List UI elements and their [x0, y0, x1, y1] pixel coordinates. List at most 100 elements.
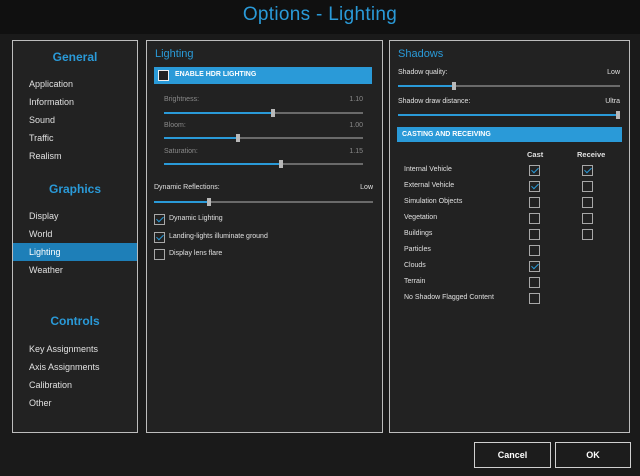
bloom-value: 1.00 [349, 122, 363, 129]
shadow-row-label: No Shadow Flagged Content [404, 294, 494, 301]
nav-item-application[interactable]: Application [13, 75, 137, 93]
saturation-value: 1.15 [349, 148, 363, 155]
dynamic-reflections-slider[interactable] [154, 198, 373, 206]
shadow-row-label: Clouds [404, 262, 426, 269]
shadow-draw-distance-fill [398, 114, 620, 116]
shadow-quality-value: Low [607, 69, 620, 76]
shadow-row-terrain: Terrain [404, 277, 614, 289]
nav-item-realism[interactable]: Realism [13, 147, 137, 165]
bloom-slider[interactable] [164, 134, 363, 142]
shadow-row-label: Vegetation [404, 214, 438, 221]
shadow-row-buildings: Buildings [404, 229, 614, 241]
shadow-row-external-vehicle: External Vehicle [404, 181, 614, 193]
hdr-checkbox[interactable] [158, 70, 169, 81]
shadow-row-label: Buildings [404, 230, 433, 237]
receive-column-header: Receive [577, 150, 606, 159]
cancel-button[interactable]: Cancel [474, 442, 551, 468]
receive-checkbox-buildings[interactable] [582, 229, 593, 240]
shadow-quality-thumb[interactable] [451, 82, 456, 90]
brightness-label: Brightness: [164, 96, 200, 103]
nav-heading-controls: Controls [50, 314, 100, 328]
landing-lights-label: Landing-lights illuminate ground [169, 233, 268, 240]
cast-checkbox-buildings[interactable] [529, 229, 540, 240]
nav-item-world[interactable]: World [13, 225, 137, 243]
shadow-row-label: External Vehicle [404, 182, 455, 189]
brightness-fill [164, 112, 274, 114]
shadow-draw-distance-thumb[interactable] [616, 111, 620, 119]
lighting-panel: Lighting ENABLE HDR LIGHTING Brightness:… [146, 40, 383, 433]
dynamic-lighting-checkbox[interactable] [154, 214, 165, 225]
cast-checkbox-particles[interactable] [529, 245, 540, 256]
brightness-thumb[interactable] [271, 109, 276, 117]
receive-checkbox-vegetation[interactable] [582, 213, 593, 224]
shadow-row-particles: Particles [404, 245, 614, 257]
nav-item-display[interactable]: Display [13, 207, 137, 225]
nav-item-lighting[interactable]: Lighting [13, 243, 137, 261]
cast-checkbox-simulation-objects[interactable] [529, 197, 540, 208]
brightness-slider[interactable] [164, 109, 363, 117]
hdr-label: ENABLE HDR LIGHTING [175, 71, 257, 78]
nav-item-weather[interactable]: Weather [13, 261, 137, 279]
saturation-thumb[interactable] [279, 160, 284, 168]
bloom-fill [164, 137, 238, 139]
saturation-slider[interactable] [164, 160, 363, 168]
nav-item-traffic[interactable]: Traffic [13, 129, 137, 147]
brightness-value: 1.10 [349, 96, 363, 103]
receive-checkbox-internal-vehicle[interactable] [582, 165, 593, 176]
hdr-lighting-toggle[interactable]: ENABLE HDR LIGHTING [154, 67, 372, 84]
receive-checkbox-simulation-objects[interactable] [582, 197, 593, 208]
shadow-row-label: Simulation Objects [404, 198, 463, 205]
options-nav: General Application Information Sound Tr… [12, 40, 138, 433]
ok-button[interactable]: OK [555, 442, 631, 468]
shadow-quality-label: Shadow quality: [398, 69, 448, 76]
shadow-row-simulation-objects: Simulation Objects [404, 197, 614, 209]
shadow-row-label: Particles [404, 246, 431, 253]
nav-item-information[interactable]: Information [13, 93, 137, 111]
nav-item-other[interactable]: Other [13, 394, 137, 412]
bloom-thumb[interactable] [235, 134, 240, 142]
nav-item-axis-assignments[interactable]: Axis Assignments [13, 358, 137, 376]
cast-checkbox-terrain[interactable] [529, 277, 540, 288]
shadow-row-vegetation: Vegetation [404, 213, 614, 225]
cast-checkbox-vegetation[interactable] [529, 213, 540, 224]
dynamic-reflections-fill [154, 201, 209, 203]
cast-checkbox-external-vehicle[interactable] [529, 181, 540, 192]
dynamic-reflections-thumb[interactable] [206, 198, 211, 206]
saturation-label: Saturation: [164, 148, 198, 155]
shadow-quality-slider[interactable] [398, 82, 620, 90]
nav-heading-general: General [52, 50, 98, 64]
lens-flare-option[interactable]: Display lens flare [154, 249, 374, 261]
cast-checkbox-clouds[interactable] [529, 261, 540, 272]
dynamic-lighting-label: Dynamic Lighting [169, 215, 223, 222]
shadow-row-no-shadow-flagged-content: No Shadow Flagged Content [404, 293, 614, 305]
dynamic-lighting-option[interactable]: Dynamic Lighting [154, 214, 374, 226]
lens-flare-checkbox[interactable] [154, 249, 165, 260]
nav-heading-graphics: Graphics [48, 182, 102, 196]
shadow-draw-distance-value: Ultra [605, 98, 620, 105]
shadow-row-clouds: Clouds [404, 261, 614, 273]
shadow-draw-distance-slider[interactable] [398, 111, 620, 119]
saturation-fill [164, 163, 282, 165]
receive-checkbox-external-vehicle[interactable] [582, 181, 593, 192]
casting-receiving-header: CASTING AND RECEIVING [397, 127, 622, 142]
landing-lights-checkbox[interactable] [154, 232, 165, 243]
cast-column-header: Cast [527, 150, 544, 159]
shadows-panel: Shadows Shadow quality: Low Shadow draw … [389, 40, 630, 433]
shadow-row-label: Terrain [404, 278, 426, 285]
dynamic-reflections-value: Low [360, 184, 373, 191]
shadow-row-internal-vehicle: Internal Vehicle [404, 165, 614, 177]
cast-checkbox-no-shadow-flagged-content[interactable] [529, 293, 540, 304]
window-title: Options - Lighting [242, 4, 398, 25]
lighting-title: Lighting [155, 48, 194, 60]
dynamic-reflections-label: Dynamic Reflections: [154, 184, 220, 191]
shadow-draw-distance-label: Shadow draw distance: [398, 98, 471, 105]
nav-item-sound[interactable]: Sound [13, 111, 137, 129]
cast-checkbox-internal-vehicle[interactable] [529, 165, 540, 176]
lens-flare-label: Display lens flare [169, 250, 223, 257]
shadow-quality-fill [398, 85, 454, 87]
landing-lights-option[interactable]: Landing-lights illuminate ground [154, 232, 374, 244]
nav-item-key-assignments[interactable]: Key Assignments [13, 340, 137, 358]
shadows-title: Shadows [398, 48, 444, 60]
nav-item-calibration[interactable]: Calibration [13, 376, 137, 394]
shadow-row-label: Internal Vehicle [404, 166, 452, 173]
